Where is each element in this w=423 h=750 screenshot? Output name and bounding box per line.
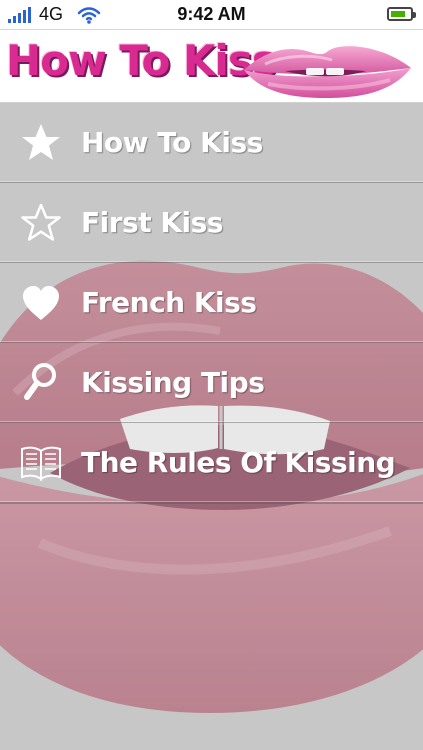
book-icon (16, 438, 66, 488)
app-title: How To Kiss (6, 36, 277, 85)
menu-item-label: How To Kiss (81, 126, 263, 159)
signal-strength-icon (8, 6, 31, 23)
menu-item-kissing-tips[interactable]: Kissing Tips (0, 343, 423, 423)
menu-item-label: First Kiss (81, 206, 223, 239)
magnifier-icon (16, 358, 66, 408)
menu-item-label: French Kiss (81, 286, 257, 319)
menu-list: How To Kiss First Kiss French Kiss Kissi… (0, 103, 423, 504)
app-header: How To Kiss (0, 30, 423, 103)
menu-item-first-kiss[interactable]: First Kiss (0, 183, 423, 263)
wifi-icon (77, 6, 101, 24)
heart-icon (16, 278, 66, 328)
battery-icon (387, 7, 416, 21)
menu-item-label: The Rules Of Kissing (81, 446, 396, 479)
menu-item-label: Kissing Tips (81, 366, 265, 399)
menu-item-rules-of-kissing[interactable]: The Rules Of Kissing (0, 423, 423, 503)
star-filled-icon (16, 118, 66, 168)
status-left: 4G (0, 4, 158, 25)
status-bar: 4G 9:42 AM (0, 0, 423, 30)
menu-item-empty (0, 503, 423, 504)
battery-level (391, 11, 406, 17)
lips-logo-icon (244, 46, 411, 98)
carrier-label: 4G (39, 4, 64, 24)
star-outline-icon (16, 198, 66, 248)
menu-item-french-kiss[interactable]: French Kiss (0, 263, 423, 343)
menu-item-how-to-kiss[interactable]: How To Kiss (0, 103, 423, 183)
menu-screen: How To Kiss First Kiss French Kiss Kissi… (0, 103, 423, 750)
